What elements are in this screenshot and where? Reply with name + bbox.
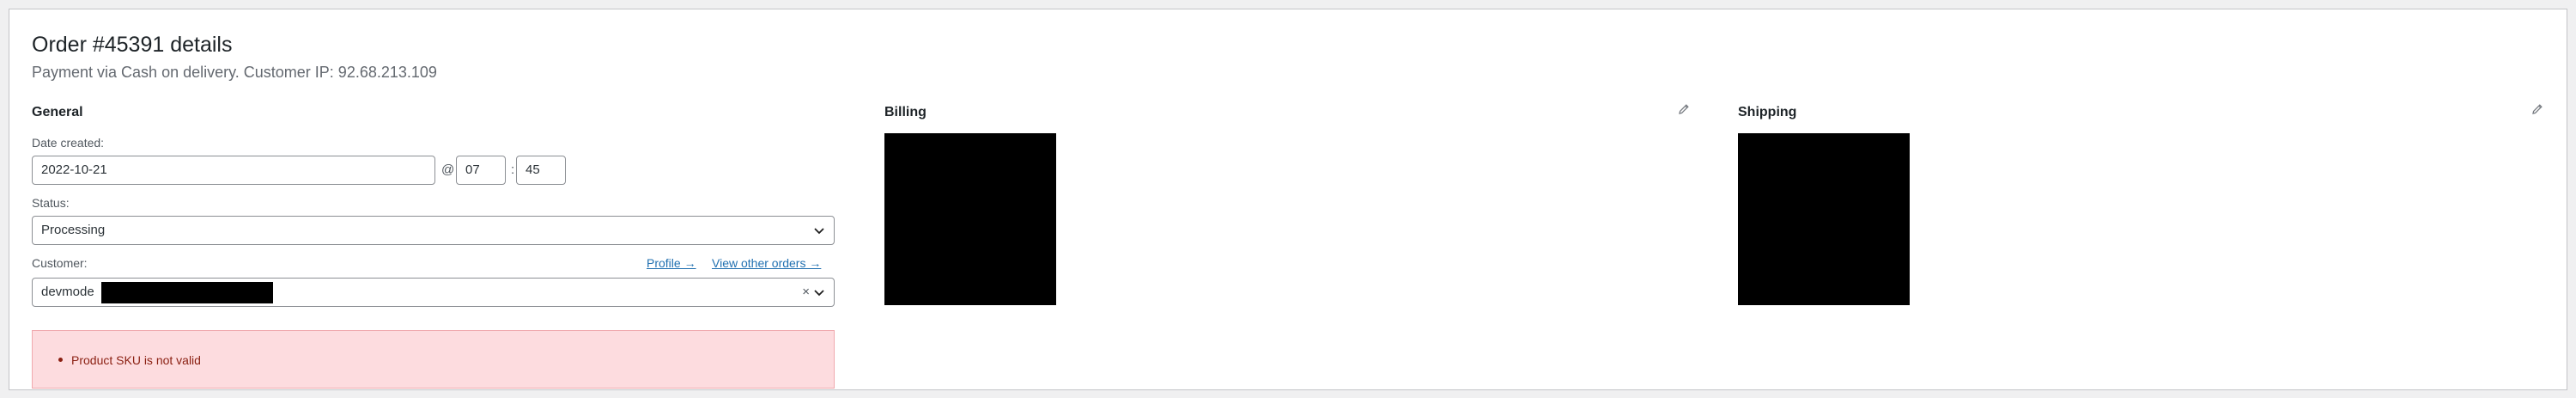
shipping-heading: Shipping bbox=[1738, 105, 1797, 119]
error-notice-item: Product SKU is not valid bbox=[58, 352, 201, 368]
page-title: Order #45391 details bbox=[32, 33, 233, 57]
order-details-panel: Order #45391 details Payment via Cash on… bbox=[9, 9, 2567, 390]
customer-label: Customer: bbox=[32, 256, 88, 270]
minute-input[interactable]: 45 bbox=[516, 156, 566, 185]
pencil-icon[interactable] bbox=[2530, 102, 2544, 116]
general-heading: General bbox=[32, 105, 83, 119]
order-subtitle: Payment via Cash on delivery. Customer I… bbox=[32, 64, 437, 81]
status-label: Status: bbox=[32, 196, 70, 210]
chevron-down-icon bbox=[814, 228, 824, 235]
date-created-label: Date created: bbox=[32, 136, 105, 150]
clear-customer-icon[interactable]: × bbox=[802, 279, 810, 306]
customer-value: devmode bbox=[41, 285, 94, 299]
profile-link[interactable]: Profile → bbox=[647, 255, 696, 271]
hour-input[interactable]: 07 bbox=[456, 156, 506, 185]
redacted-billing-address bbox=[884, 133, 1056, 305]
error-message: Product SKU is not valid bbox=[71, 353, 201, 367]
redacted-shipping-address bbox=[1738, 133, 1910, 305]
chevron-down-icon bbox=[814, 290, 824, 297]
error-notice: Product SKU is not valid bbox=[32, 330, 835, 389]
date-created-input[interactable]: 2022-10-21 bbox=[32, 156, 435, 185]
status-select[interactable]: Processing bbox=[32, 216, 835, 245]
customer-select[interactable]: devmode × bbox=[32, 278, 835, 307]
redacted-customer-email bbox=[101, 282, 273, 303]
pencil-icon[interactable] bbox=[1677, 102, 1691, 116]
status-value: Processing bbox=[41, 223, 106, 237]
billing-heading: Billing bbox=[884, 105, 927, 119]
view-other-orders-link[interactable]: View other orders → bbox=[712, 255, 821, 271]
bullet-icon bbox=[58, 357, 63, 362]
at-separator: @ bbox=[441, 162, 455, 177]
time-colon: : bbox=[511, 162, 515, 177]
